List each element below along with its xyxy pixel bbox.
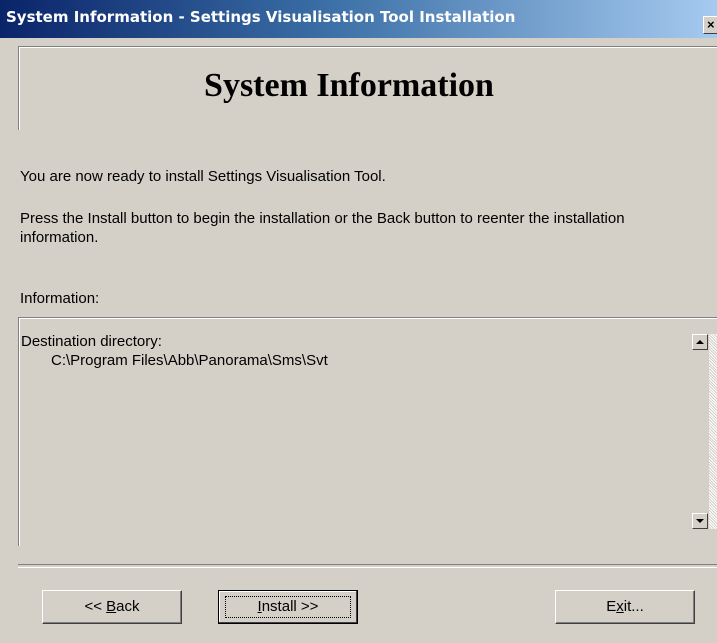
instructions-text: Press the Install button to begin the in…	[20, 210, 625, 246]
exit-button[interactable]: Exit...	[555, 590, 695, 624]
title-bar[interactable]: System Information - Settings Visualisat…	[0, 0, 717, 38]
focus-rectangle	[225, 596, 351, 618]
destination-value: C:\Program Files\Abb\Panorama\Sms\Svt	[51, 352, 328, 369]
exit-button-pre: E	[606, 598, 617, 615]
installer-window: System Information - Settings Visualisat…	[0, 0, 717, 643]
window-title: System Information - Settings Visualisat…	[6, 8, 516, 26]
scroll-up-button[interactable]	[692, 334, 708, 350]
exit-button-accel: x	[616, 598, 624, 615]
back-button-accel: B	[106, 598, 117, 615]
close-icon: ×	[707, 17, 715, 32]
back-button-prefix: <<	[84, 598, 107, 615]
arrow-up-icon	[696, 340, 704, 344]
arrow-down-icon	[696, 519, 704, 523]
information-label: Information:	[20, 290, 100, 307]
back-button[interactable]: << Back	[42, 590, 182, 624]
scroll-down-button[interactable]	[692, 513, 708, 529]
destination-label: Destination directory:	[21, 333, 162, 350]
ready-text: You are now ready to install Settings Vi…	[20, 168, 386, 185]
exit-button-rest: it...	[623, 598, 644, 615]
page-title: System Information	[204, 67, 494, 104]
separator	[18, 564, 717, 568]
scrollbar-track[interactable]	[709, 334, 717, 529]
header-banner: System Information	[18, 46, 717, 130]
close-button[interactable]: ×	[703, 16, 717, 34]
install-button[interactable]: Install >>	[218, 590, 358, 624]
back-button-rest: ack	[116, 598, 140, 615]
information-box[interactable]: Destination directory: C:\Program Files\…	[18, 317, 717, 546]
